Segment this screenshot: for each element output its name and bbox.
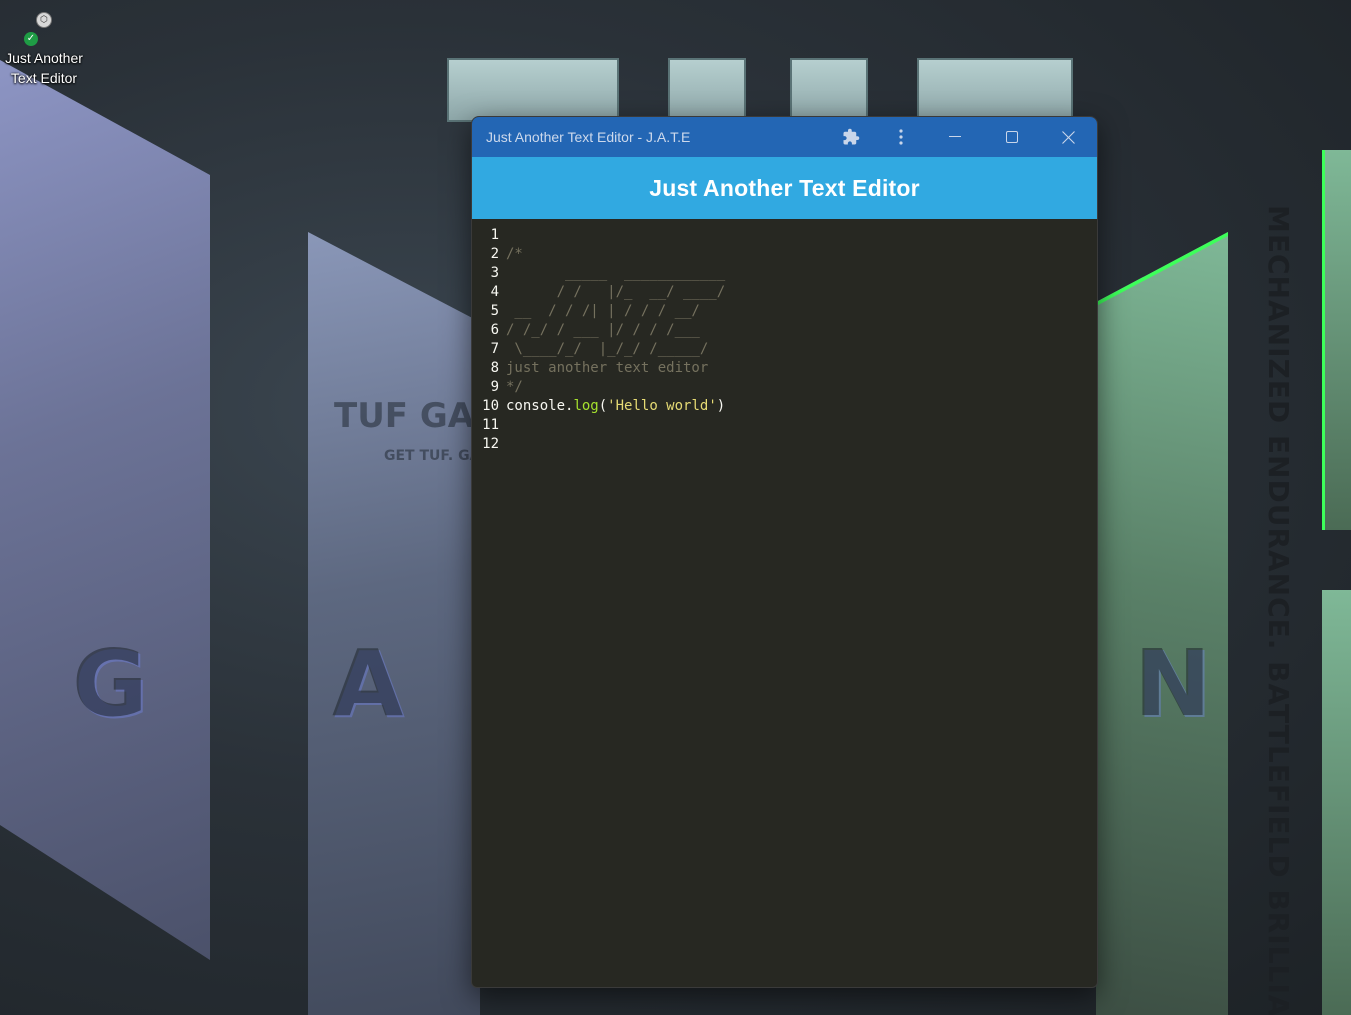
line-number-gutter: 1 2 3 4 5 6 7 8 9 10 11 12 <box>472 226 506 986</box>
code-line: __ / / /| | / / / __/ <box>506 302 1097 321</box>
desktop-shortcut-label: Just Another Text Editor <box>0 48 88 88</box>
minimize-button[interactable] <box>926 117 983 157</box>
wallpaper-letter: N <box>1134 630 1211 737</box>
minimize-icon <box>948 136 961 137</box>
code-line: /* <box>506 245 1097 264</box>
maximize-icon <box>1005 131 1018 143</box>
code-token: log <box>573 398 599 414</box>
window-title: Just Another Text Editor - J.A.T.E <box>486 129 691 145</box>
line-number: 1 <box>490 227 499 243</box>
wallpaper-block <box>668 58 746 122</box>
wallpaper-brand-text: TUF GAM <box>334 396 471 436</box>
desktop-shortcut-label-line: Text Editor <box>10 70 78 86</box>
line-number: 2 <box>490 246 499 262</box>
extensions-button[interactable] <box>826 117 876 157</box>
more-vert-icon <box>899 129 903 145</box>
wallpaper-panel <box>0 60 210 960</box>
code-token: */ <box>506 379 523 395</box>
wallpaper-brand-subtext: GET TUF. GAME <box>384 448 471 464</box>
code-token: \____/_/ |_/_/ /_____/ <box>506 341 709 357</box>
code-content[interactable]: /* _____ ____________ / / |/_ __/ ____/ … <box>506 226 1097 986</box>
code-token: / /_/ / ___ |/ / / /___ <box>506 322 700 338</box>
desktop-shortcut-jate[interactable]: ⬡ ✓ Just Another Text Editor <box>0 12 88 88</box>
sync-status-icon: ✓ <box>24 32 38 46</box>
code-line: just another text editor <box>506 359 1097 378</box>
line-number: 5 <box>490 303 499 319</box>
line-number: 7 <box>490 341 499 357</box>
line-number: 3 <box>490 265 499 281</box>
line-number: 4 <box>490 284 499 300</box>
line-number: 6 <box>490 322 499 338</box>
close-button[interactable] <box>1040 117 1097 157</box>
code-line: console.log('Hello world') <box>506 397 1097 416</box>
wallpaper-block <box>447 58 619 122</box>
code-line: */ <box>506 378 1097 397</box>
line-number: 10 <box>482 398 499 414</box>
wallpaper-block <box>790 58 868 122</box>
wallpaper-letter: G <box>72 630 148 737</box>
window-titlebar[interactable]: Just Another Text Editor - J.A.T.E <box>472 117 1097 157</box>
code-token: /* <box>506 246 523 262</box>
app-icon: ⬡ <box>36 12 52 28</box>
code-token: console. <box>506 398 574 414</box>
close-icon <box>1062 130 1075 144</box>
code-line: _____ ____________ <box>506 264 1097 283</box>
wallpaper-panel <box>1096 232 1228 1015</box>
desktop-shortcut-label-line: Just Another <box>5 50 83 66</box>
code-token: ( <box>598 398 608 414</box>
desktop: G A N TUF GAM GET TUF. GAME MECHANIZED E… <box>0 0 1351 1015</box>
code-token: just another text editor <box>506 360 709 376</box>
wallpaper-panel <box>308 232 480 1015</box>
code-token: 'Hello world' <box>607 398 717 414</box>
code-token: _____ ____________ <box>506 265 726 281</box>
code-line: / / |/_ __/ ____/ <box>506 283 1097 302</box>
wallpaper-slogan: MECHANIZED ENDURANCE. BATTLEFIELD BRILLI… <box>1262 205 1295 1015</box>
code-token: __ / / /| | / / / __/ <box>506 303 700 319</box>
line-number: 12 <box>482 436 499 452</box>
line-number: 9 <box>490 379 499 395</box>
line-number: 11 <box>482 417 499 433</box>
code-token: ) <box>716 398 726 414</box>
line-number: 8 <box>490 360 499 376</box>
wallpaper-panel <box>1322 150 1351 530</box>
code-token: / / |/_ __/ ____/ <box>506 284 726 300</box>
wallpaper-block <box>917 58 1073 122</box>
wallpaper-panel <box>1322 590 1351 1015</box>
code-line: / /_/ / ___ |/ / / /___ <box>506 321 1097 340</box>
app-header: Just Another Text Editor <box>472 157 1097 219</box>
app-header-title: Just Another Text Editor <box>649 174 920 201</box>
code-line: \____/_/ |_/_/ /_____/ <box>506 340 1097 359</box>
app-window: Just Another Text Editor - J.A.T.E Just … <box>471 116 1098 988</box>
puzzle-icon <box>843 128 860 145</box>
maximize-button[interactable] <box>983 117 1040 157</box>
code-editor[interactable]: 1 2 3 4 5 6 7 8 9 10 11 12 /* _____ ____________ / … <box>472 219 1097 986</box>
wallpaper-letter: A <box>332 630 404 737</box>
app-menu-button[interactable] <box>876 117 926 157</box>
